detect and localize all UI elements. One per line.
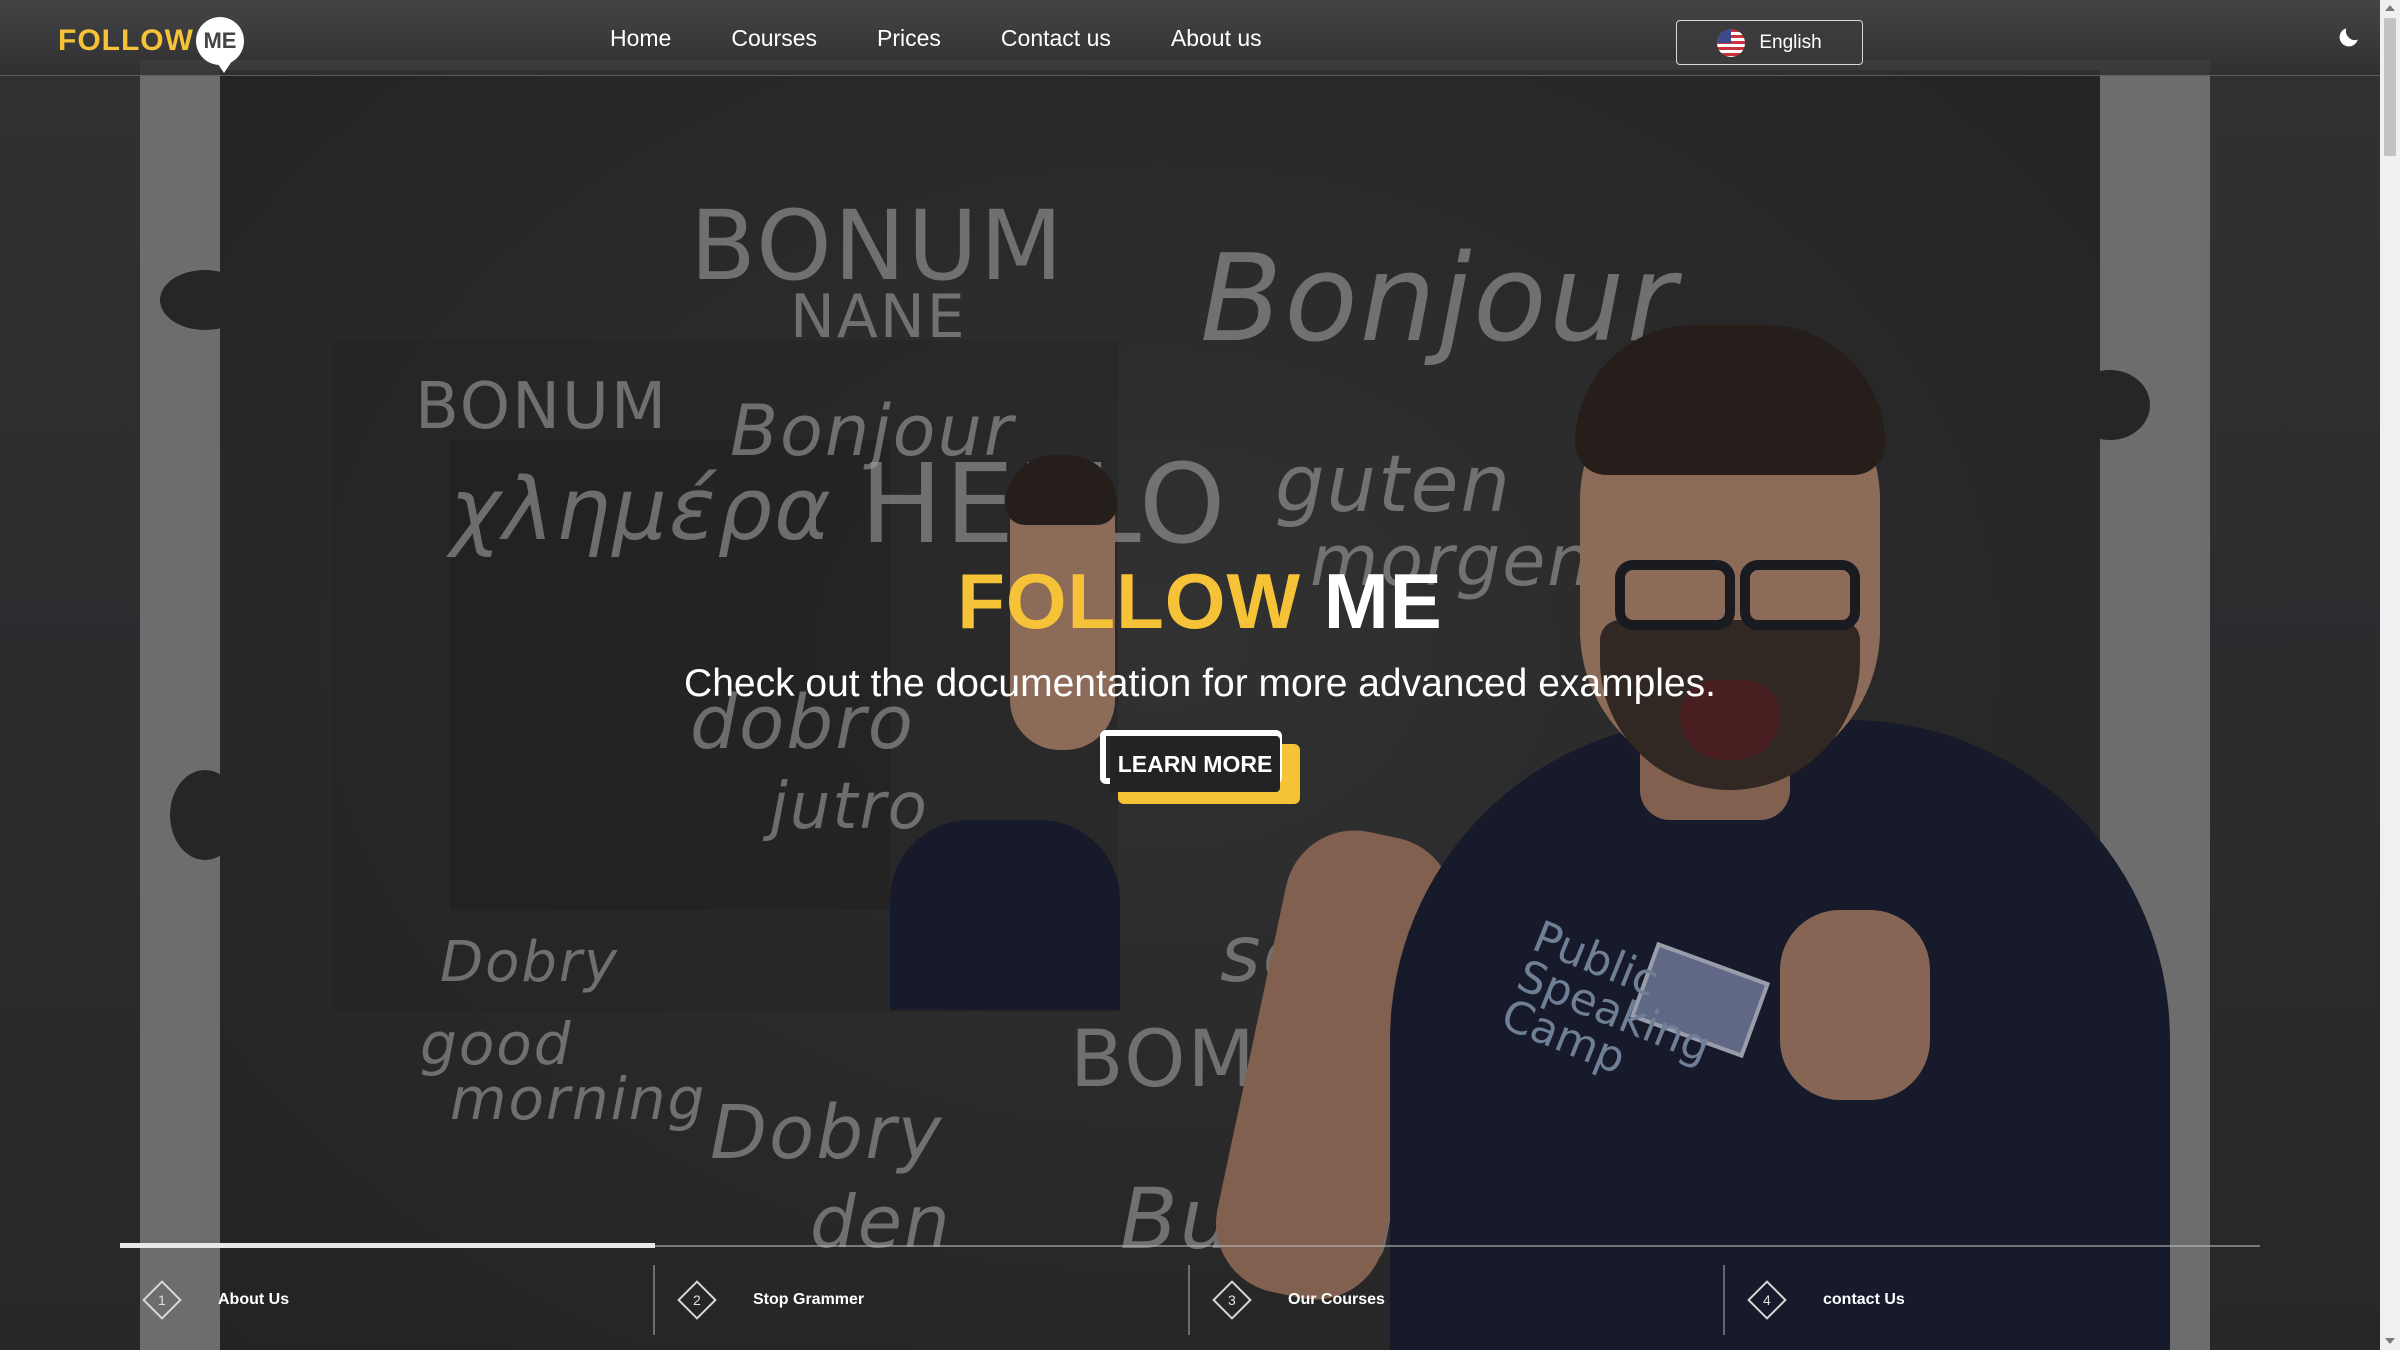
step-label: contact Us <box>1823 1291 1905 1308</box>
step-about-us[interactable]: 1 About Us <box>120 1270 655 1330</box>
logo-badge: ME <box>195 17 244 73</box>
steps-progress <box>120 1243 655 1248</box>
page-scrollbar[interactable] <box>2380 0 2400 1350</box>
step-our-courses[interactable]: 3 Our Courses <box>1190 1270 1725 1330</box>
step-number: 2 <box>693 1291 701 1308</box>
step-number: 3 <box>1228 1291 1236 1308</box>
step-number-badge: 1 <box>142 1280 182 1320</box>
learn-more-wrapper: LEARN MORE <box>1100 730 1300 805</box>
hero-title-me: ME <box>1323 557 1443 645</box>
step-stop-grammer[interactable]: 2 Stop Grammer <box>655 1270 1190 1330</box>
scroll-down-arrow-icon[interactable] <box>2385 1338 2395 1344</box>
us-flag-icon <box>1717 28 1746 57</box>
nav-courses[interactable]: Courses <box>731 20 817 56</box>
nav-about[interactable]: About us <box>1171 20 1262 56</box>
moon-icon[interactable] <box>2336 24 2362 50</box>
hero-title-follow: FOLLOW <box>957 557 1302 645</box>
step-contact-us[interactable]: 4 contact Us <box>1725 1270 2260 1330</box>
scroll-thumb[interactable] <box>2384 18 2396 156</box>
step-label: Our Courses <box>1288 1291 1385 1308</box>
step-number-badge: 3 <box>1212 1280 1252 1320</box>
hero-title: FOLLOW ME <box>0 556 2400 647</box>
step-number: 1 <box>158 1291 166 1308</box>
language-selector[interactable]: English <box>1676 20 1863 65</box>
nav-prices[interactable]: Prices <box>877 20 941 56</box>
nav-home[interactable]: Home <box>610 20 671 56</box>
main-nav: Home Courses Prices Contact us About us <box>580 20 1292 56</box>
scroll-up-arrow-icon[interactable] <box>2385 5 2395 11</box>
navbar: FOLLOW ME Home Courses Prices Contact us… <box>0 0 2380 76</box>
step-number-badge: 4 <box>1747 1280 1787 1320</box>
step-number: 4 <box>1763 1291 1771 1308</box>
logo-text: FOLLOW <box>58 24 194 57</box>
logo[interactable]: FOLLOW ME <box>58 16 244 73</box>
nav-contact[interactable]: Contact us <box>1001 20 1111 56</box>
step-number-badge: 2 <box>677 1280 717 1320</box>
learn-more-button[interactable]: LEARN MORE <box>1110 736 1280 792</box>
hero-subtitle: Check out the documentation for more adv… <box>684 662 1716 705</box>
step-label: About Us <box>218 1291 290 1308</box>
language-label: English <box>1759 31 1822 53</box>
step-label: Stop Grammer <box>753 1291 865 1308</box>
